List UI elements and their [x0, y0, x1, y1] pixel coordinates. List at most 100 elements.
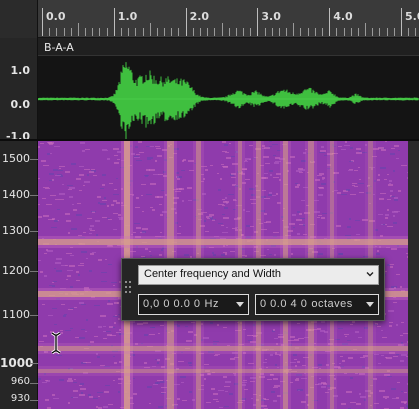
ruler-minor-tick [278, 28, 280, 36]
ruler-minor-tick [207, 28, 209, 36]
ruler-minor-tick [142, 28, 144, 36]
ruler-minor-tick [120, 28, 122, 36]
width-unit: octaves [311, 298, 353, 310]
frequency-tick [30, 271, 38, 272]
frequency-tick [30, 195, 38, 196]
frequency-tick [30, 383, 38, 384]
ruler-major-tick [42, 8, 43, 36]
frequency-label: 1400 [2, 188, 30, 201]
ruler-minor-tick [343, 28, 345, 36]
frequency-label: 960 [10, 376, 30, 387]
amplitude-label: 0.0 [10, 98, 31, 111]
drag-handle-icon[interactable] [125, 281, 131, 295]
ruler-minor-tick [235, 28, 237, 36]
selection-mode-dropdown[interactable]: Center frequency and Width [138, 265, 379, 285]
ruler-minor-tick [156, 28, 158, 36]
frequency-tick [30, 159, 38, 160]
ruler-minor-tick [106, 28, 108, 36]
center-frequency-field[interactable]: 0,0 0 0.0 0 Hz [138, 294, 249, 315]
frequency-tick [30, 315, 38, 316]
frequency-label: 930 [10, 393, 30, 404]
ruler-minor-tick [243, 28, 245, 36]
ruler-minor-tick [164, 28, 166, 36]
frequency-label: 1100 [2, 308, 30, 321]
ruler-minor-tick [56, 28, 58, 36]
ruler-minor-tick [199, 28, 201, 36]
frequency-label: 1200 [2, 264, 30, 277]
ruler-minor-tick [178, 28, 180, 36]
frequency-label: 1000 [0, 356, 34, 370]
text-cursor-icon [51, 332, 61, 354]
ruler-minor-tick [350, 28, 352, 36]
frequency-label: 1500 [2, 152, 30, 165]
ruler-minor-tick [250, 28, 252, 36]
frequency-tick [30, 363, 38, 364]
waveform-path [37, 62, 419, 140]
ruler-minor-tick [271, 28, 273, 36]
ruler-tick-label: 3.0 [261, 10, 281, 23]
ruler-major-tick [329, 8, 331, 36]
ruler-tick-label: 4.0 [333, 10, 353, 23]
ruler-minor-tick [221, 23, 223, 36]
frequency-tick [30, 400, 38, 401]
dropdown-arrow-icon[interactable] [366, 302, 374, 307]
ruler-minor-tick [77, 23, 79, 36]
ruler-minor-tick [85, 28, 87, 36]
ruler-minor-tick [307, 28, 309, 36]
ruler-tick-label: 2.0 [189, 10, 210, 23]
dropdown-arrow-icon[interactable] [236, 302, 244, 307]
vertical-scrollbar[interactable] [408, 141, 419, 409]
ruler-minor-tick [99, 28, 101, 36]
ruler-minor-tick [336, 28, 338, 36]
ruler-minor-tick [386, 28, 388, 36]
ruler-minor-tick [135, 28, 137, 36]
center-frequency-value: 0,0 0 0.0 0 [143, 298, 201, 310]
ruler-minor-tick [415, 28, 417, 36]
center-frequency-unit: Hz [204, 298, 219, 310]
track-name: B-A-A [44, 41, 74, 54]
waveform-graph [37, 62, 419, 140]
ruler-major-tick [185, 8, 187, 36]
ruler-minor-tick [128, 28, 130, 36]
ruler-minor-tick [63, 28, 65, 36]
ruler-minor-tick [393, 28, 395, 36]
amplitude-label: 1.0 [10, 64, 31, 77]
ruler-tick-label: 5.0 [405, 10, 419, 23]
frequency-tick [30, 231, 38, 232]
chevron-down-icon [366, 272, 374, 277]
ruler-minor-tick [264, 28, 266, 36]
ruler-minor-tick [372, 28, 374, 36]
ruler-minor-tick [228, 28, 230, 36]
waveform-display[interactable] [37, 56, 419, 140]
ruler-tick-label: 0.0 [46, 10, 66, 23]
ruler-minor-tick [365, 23, 367, 36]
waveform-track[interactable]: B-A-A [37, 38, 419, 140]
ruler-minor-tick [322, 28, 324, 36]
ruler-minor-tick [314, 28, 316, 36]
ruler-major-tick [113, 8, 115, 36]
timeline-ruler[interactable]: 0.0 1.0 2.0 3.0 4.0 5.0 [38, 0, 419, 38]
ruler-tick-label: 1.0 [117, 10, 138, 23]
amplitude-label: -1.0 [5, 130, 30, 143]
ruler-minor-tick [300, 28, 302, 36]
selection-mode-value: Center frequency and Width [144, 268, 281, 280]
ruler-minor-tick [214, 28, 216, 36]
frequency-label: 1300 [2, 224, 30, 237]
ruler-minor-tick [192, 28, 194, 36]
ruler-minor-tick [408, 28, 410, 36]
ruler-minor-tick [92, 28, 94, 36]
ruler-major-tick [257, 8, 259, 36]
ruler-minor-tick [49, 28, 51, 36]
ruler-corner [0, 0, 38, 38]
ruler-minor-tick [171, 28, 173, 36]
ruler-major-tick [401, 8, 402, 36]
ruler-minor-tick [357, 28, 359, 36]
ruler-minor-tick [149, 23, 151, 36]
width-field[interactable]: 0 0.0 4 0 octaves [255, 294, 379, 315]
ruler-minor-tick [293, 23, 295, 36]
width-value: 0 0.0 4 0 [260, 298, 308, 310]
frequency-selection-panel: Center frequency and Width 0,0 0 0.0 0 Hz… [121, 258, 385, 321]
ruler-minor-tick [286, 28, 288, 36]
track-header[interactable]: B-A-A [38, 38, 419, 56]
ruler-minor-tick [70, 28, 72, 36]
